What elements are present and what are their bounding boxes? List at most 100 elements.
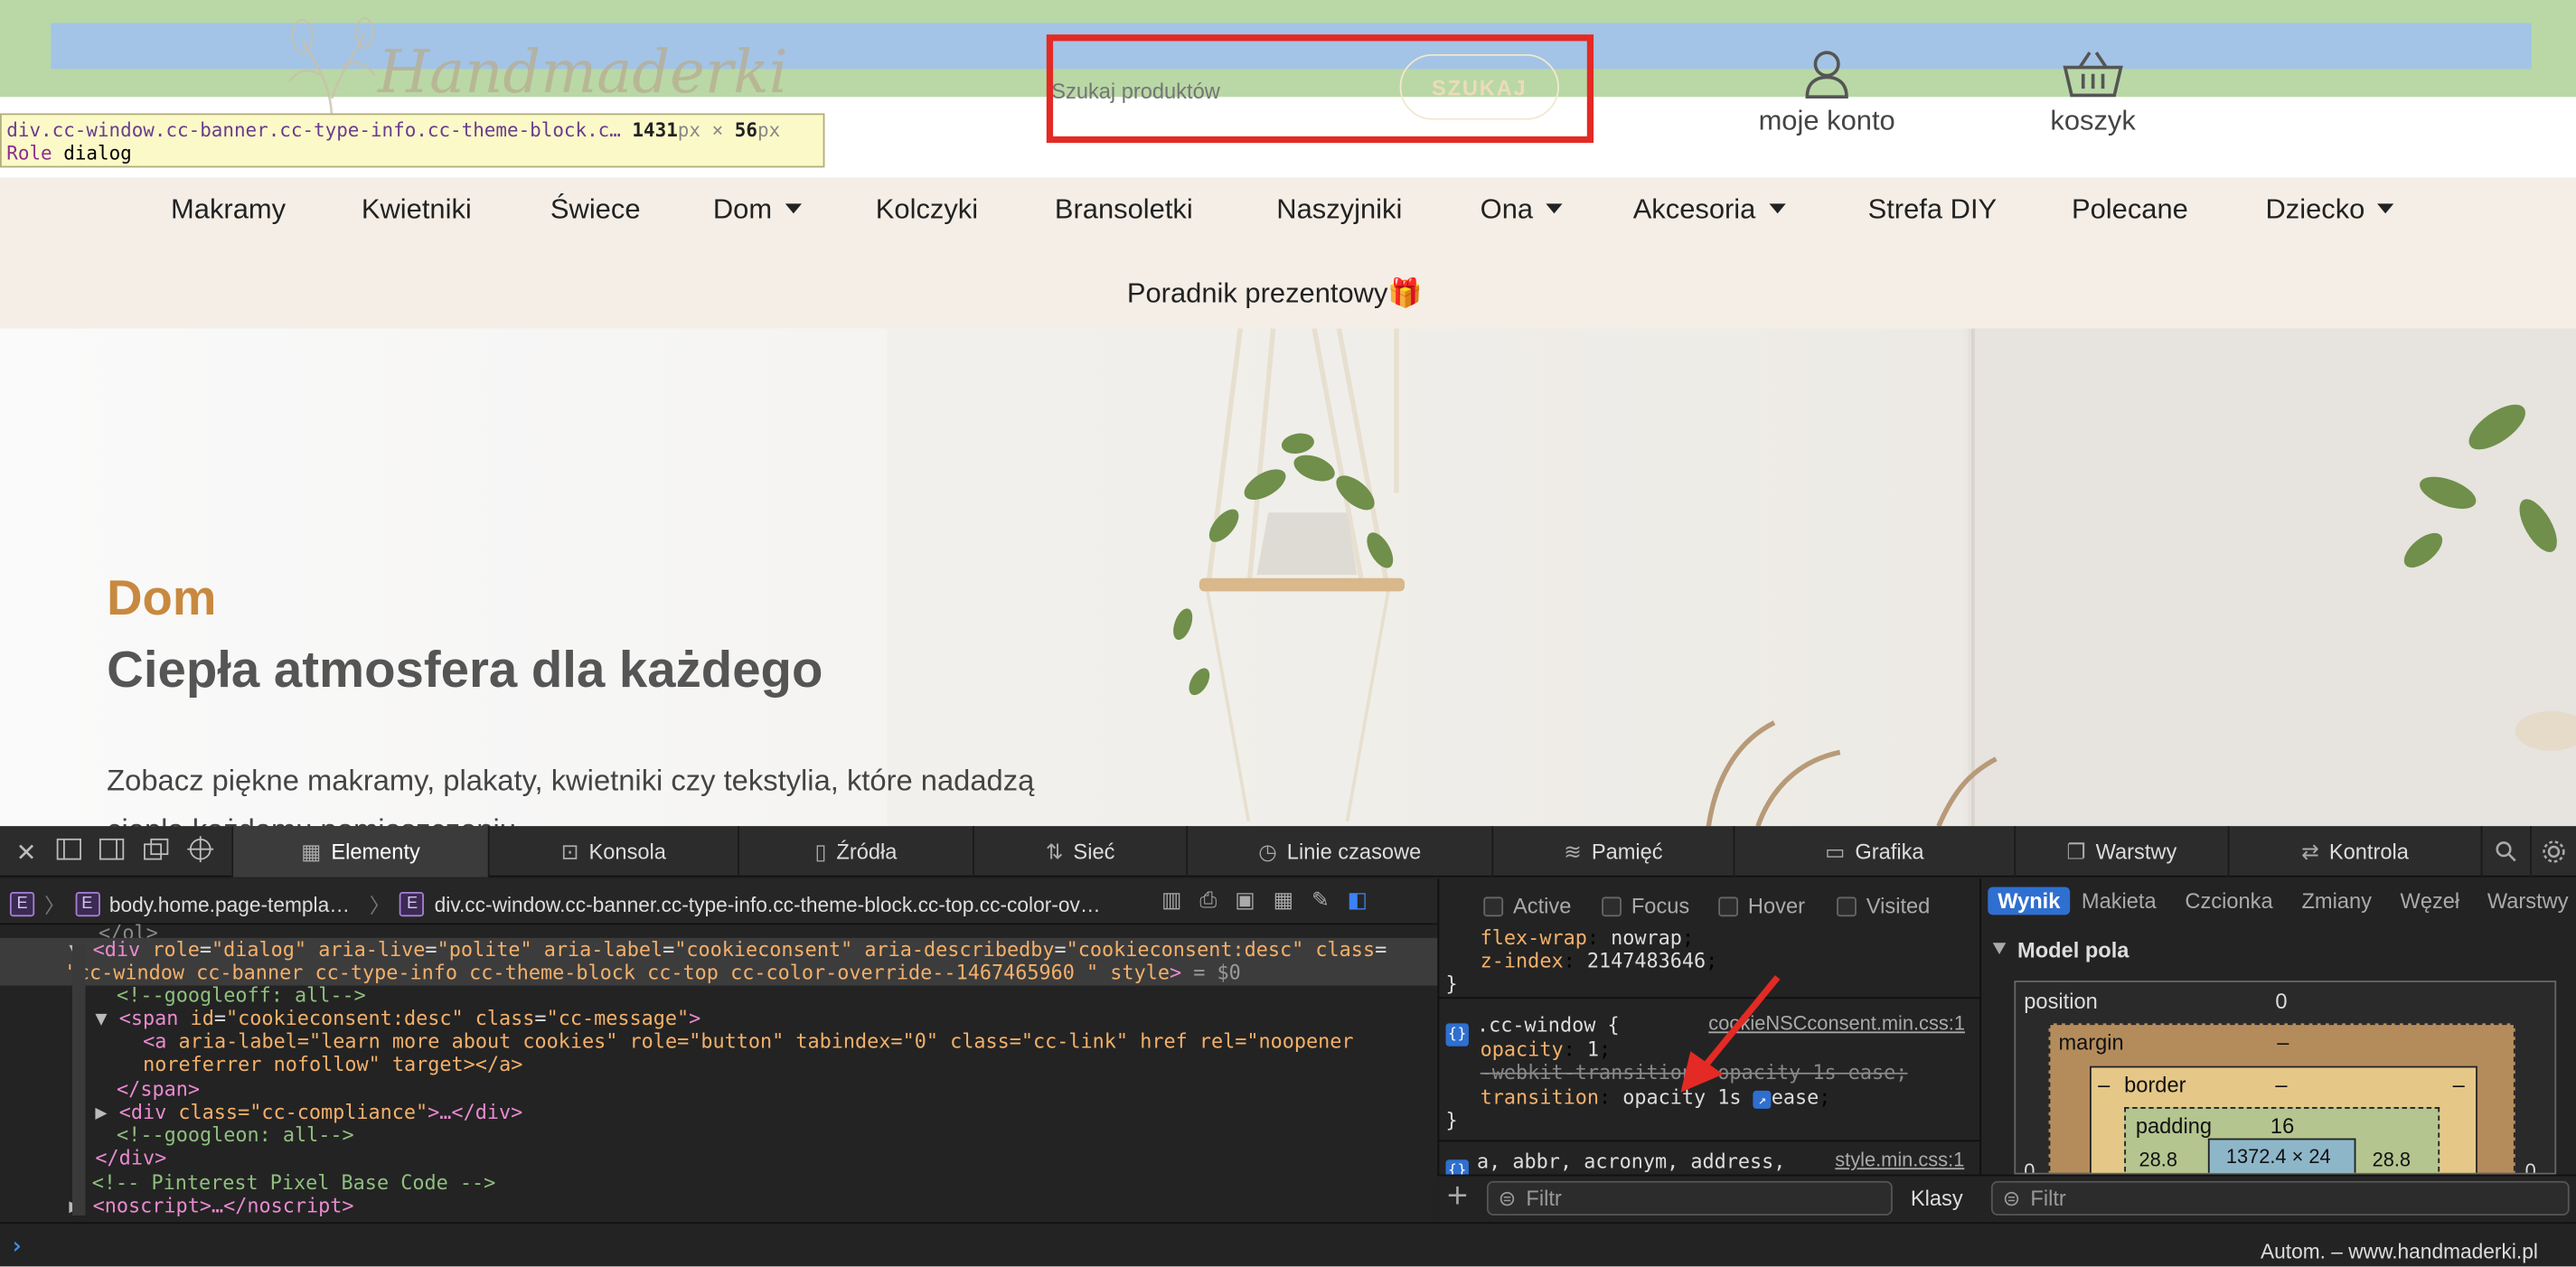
print-icon[interactable]: ⎙ [1199,888,1217,913]
nav-item-strefa-diy[interactable]: Strefa DIY [1868,193,1998,226]
nav-item-polecane[interactable]: Polecane [2072,193,2188,226]
tab-changes[interactable]: Zmiany [2301,888,2371,913]
dom-line-selected[interactable]: ▼ <div role="dialog" aria-live="polite" … [69,938,1387,962]
grid-icon[interactable]: ▥ [1161,888,1181,913]
timeline-icon: ◷ [1258,838,1277,864]
chevron-down-icon [785,203,802,214]
nav-item-poradnik[interactable]: Poradnik prezentowy🎁 [1127,277,1423,310]
element-badge-icon: E [400,891,425,917]
dom-line-div-close[interactable]: </div> [95,1147,166,1169]
dom-line-googleoff[interactable]: <!--googleoff: all--> [117,984,366,1007]
site-logo[interactable]: Handmaderki [283,16,788,125]
tab-layout[interactable]: Makieta [2082,888,2157,913]
nav-item-ona[interactable]: Ona [1481,193,1563,226]
gear-icon[interactable] [2530,826,2576,878]
dock-side-icon[interactable] [95,836,127,868]
nav-item-dziecko[interactable]: Dziecko [2265,193,2395,226]
dom-line-compliance[interactable]: ▶ <div class="cc-compliance">…</div> [95,1101,522,1123]
style-rule-selector[interactable]: .cc-window { [1477,1013,1620,1036]
hero-eyebrow: Dom [107,571,217,626]
box-position-label: position [2024,989,2098,1014]
nav-item-kwietniki[interactable]: Kwietniki [362,193,472,226]
pseudo-focus-checkbox[interactable]: Focus [1602,894,1689,918]
computed-filter-input[interactable]: ⊜ Filtr [1990,1180,2570,1216]
style-rule-source-link-2[interactable]: style.min.css:1 [1835,1149,1964,1171]
logo-text: Handmaderki [378,39,788,108]
console-prompt-row[interactable] [0,1222,2576,1267]
audit-icon: ⇄ [2301,838,2319,864]
dom-line-googleon[interactable]: <!--googleon: all--> [117,1123,354,1146]
box-margin[interactable]: margin – – border – – padding 16 28.8 28… [2048,1023,2515,1173]
account-link[interactable]: moje konto [1720,50,1933,138]
tab-node[interactable]: Węzeł [2401,888,2460,913]
annotation-red-rectangle [1046,34,1594,144]
tab-graphics[interactable]: ▭ Grafika [1733,826,2015,878]
tab-computed[interactable]: Wynik [1988,887,2071,915]
box-content[interactable]: 1372.4 × 24 [2207,1138,2356,1173]
dom-line-a[interactable]: <a aria-label="learn more about cookies"… [143,1030,1353,1053]
tab-audit[interactable]: ⇄ Kontrola [2227,826,2481,878]
hero-title: Ciepła atmosfera dla każdego [107,640,823,699]
pseudo-active-checkbox[interactable]: Active [1483,894,1571,918]
tab-memory[interactable]: ≋ Pamięć [1491,826,1733,878]
breadcrumb-item-body[interactable]: body.home.page-templa… [109,893,350,915]
tab-sources[interactable]: ▯ Źródła [738,826,973,878]
dom-line-span-close[interactable]: </span> [117,1077,200,1100]
nav-item-swiece[interactable]: Świece [550,193,641,226]
tab-elements[interactable]: ▦ Elementy [231,826,488,878]
layout-icon[interactable]: ▦ [1274,888,1293,913]
dock-bottom-icon[interactable] [52,836,85,868]
rule-icon: {} [1445,1013,1469,1046]
tab-layers[interactable]: ❐ Warstwy [2014,826,2227,878]
annotation-red-arrow [1680,975,1781,1093]
dom-line-span[interactable]: ▼ <span id="cookieconsent:desc" class="c… [95,1007,700,1029]
tab-font[interactable]: Czcionka [2185,888,2272,913]
style-rule-selector-2[interactable]: a, abbr, acronym, address, [1477,1150,1785,1172]
sidebar-toggle-icon[interactable]: ◧ [1348,888,1368,913]
element-badge-icon: E [74,891,99,917]
nav-item-kolczyki[interactable]: Kolczyki [876,193,978,226]
box-border[interactable]: – border – – padding 16 28.8 28.8 1372.4… [2089,1065,2477,1173]
filter-icon: ⊜ [1498,1185,1517,1210]
chevron-down-icon[interactable] [1992,943,2007,955]
style-divider-2 [1437,1140,1980,1142]
console-prompt-icon: › [9,1234,24,1261]
console-context-selector[interactable]: Autom. – www.handmaderki.pl [2261,1240,2538,1262]
styles-filter-input[interactable]: ⊜ Filtr [1486,1180,1893,1216]
tab-network[interactable]: ⇅ Sieć [973,826,1186,878]
memory-icon: ≋ [1564,838,1582,864]
chevron-down-icon [2377,203,2395,214]
dom-line-selected-cont[interactable]: "cc-window cc-banner cc-type-info cc-the… [66,961,1241,984]
nav-item-akcesoria[interactable]: Akcesoria [1633,193,1786,226]
nav-item-dom[interactable]: Dom [713,193,802,226]
element-picker-icon[interactable] [184,836,217,868]
brush-icon[interactable]: ✎ [1312,888,1330,913]
nav-item-bransoletki[interactable]: Bransoletki [1055,193,1193,226]
nav-item-makramy[interactable]: Makramy [171,193,286,226]
box-padding[interactable]: padding 16 28.8 28.8 1372.4 × 24 [2124,1107,2440,1173]
dom-line-noscript[interactable]: ▶ <noscript>…</noscript> [69,1194,353,1216]
close-icon[interactable]: ✕ [10,836,42,868]
tab-console[interactable]: ⊡ Konsola [487,826,738,878]
add-rule-icon[interactable]: + [1445,1182,1469,1211]
search-icon[interactable] [2480,826,2531,878]
logo-flower-icon [287,16,376,122]
classes-button[interactable]: Klasy [1911,1186,1963,1210]
undock-icon[interactable] [139,836,172,868]
pseudo-visited-checkbox[interactable]: Visited [1837,894,1930,918]
inspector-tooltip: div.cc-window.cc-banner.cc-type-info.cc-… [0,113,825,168]
screenshot-icon[interactable]: ▣ [1235,888,1255,913]
style-prop-flex-wrap[interactable]: flex-wrap: nowrap; [1481,926,1694,949]
cart-link[interactable]: koszyk [1986,50,2199,138]
tab-layers-side[interactable]: Warstwy [2487,888,2569,913]
dom-line-pinterest-comment[interactable]: <!-- Pinterest Pixel Base Code --> [92,1171,495,1194]
style-prop-opacity[interactable]: opacity: 1; [1481,1038,1611,1061]
elements-icon: ▦ [301,838,322,864]
filter-icon: ⊜ [2002,1185,2021,1210]
sources-icon: ▯ [814,838,827,864]
dom-line-a-cont[interactable]: noreferrer nofollow" target></a> [143,1053,522,1075]
tab-timelines[interactable]: ◷ Linie czasowe [1186,826,1491,878]
pseudo-hover-checkbox[interactable]: Hover [1718,894,1805,918]
nav-item-naszyjniki[interactable]: Naszyjniki [1276,193,1402,226]
breadcrumb-item-div[interactable]: div.cc-window.cc-banner.cc-type-info.cc-… [435,893,1101,915]
